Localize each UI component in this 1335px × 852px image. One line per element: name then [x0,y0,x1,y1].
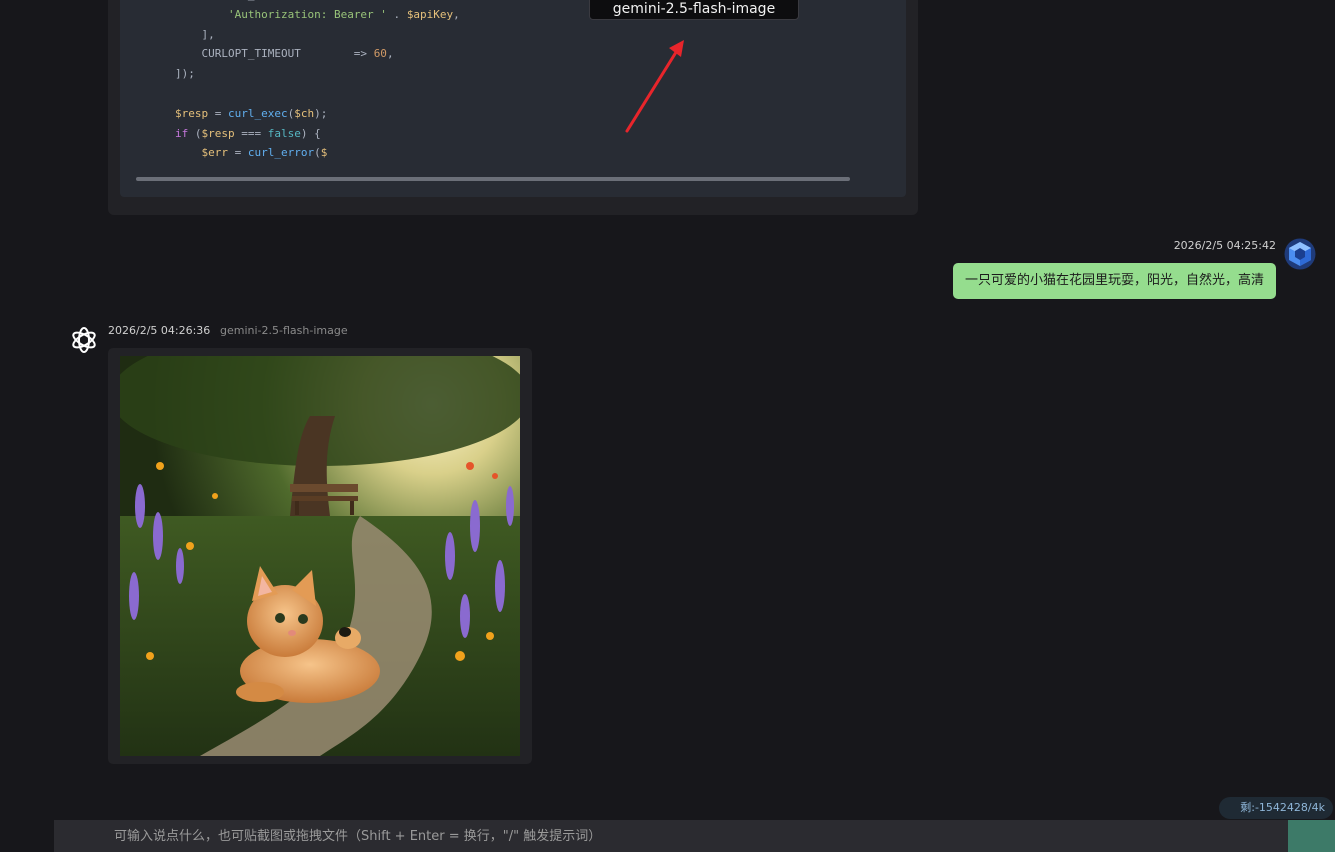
code-token: 60 [373,47,387,61]
code-token: ( [314,146,321,160]
code-token: = [208,106,228,120]
code-token: $resp [201,126,235,140]
cube-avatar-icon[interactable] [1284,238,1316,270]
code-token: curl_exec [228,106,288,120]
code-token: false [267,126,301,140]
code-token: , [386,47,394,61]
code-token: curl_error [247,146,315,160]
code-token: $resp [175,106,209,120]
code-line: ], [175,25,460,45]
generated-kitten-image[interactable] [120,356,520,756]
user-message-timestamp: 2026/2/5 04:25:42 [1173,239,1276,252]
code-token: === [234,126,268,140]
red-arrow-icon [625,40,684,133]
code-lines: CURLOPT_HTTPHEADER => [ 'Authorization: … [175,0,460,163]
code-line: if ($resp === false) { [175,124,460,144]
chat-input[interactable] [114,820,1274,852]
code-token: ( [188,126,202,140]
code-line: ]); [175,64,460,84]
code-token: ) { [300,126,321,140]
model-tooltip: gemini-2.5-flash-image [589,0,799,20]
bot-model-name: gemini-2.5-flash-image [220,324,348,337]
code-token: = [228,146,248,160]
code-token: . [386,7,407,21]
token-balance-badge: 剩:-1542428/4k [1219,797,1333,819]
code-token: 'Authorization: Bearer ' [227,7,387,21]
user-message-bubble: 一只可爱的小猫在花园里玩耍，阳光，自然光，高清 [952,263,1276,299]
openai-logo-icon[interactable] [69,325,99,355]
code-line: 'Authorization: Bearer ' . $apiKey, [175,5,460,25]
code-token: $ [320,146,328,160]
code-token: ); [314,106,328,120]
code-token: if [175,126,189,140]
bot-message-timestamp: 2026/2/5 04:26:36 [108,324,211,337]
generated-image-card [108,348,532,764]
code-token: $ch [294,106,315,120]
code-block: CURLOPT_HTTPHEADER => [ 'Authorization: … [120,0,906,197]
code-line: CURLOPT_TIMEOUT => 60, [175,44,460,64]
code-token: $apiKey [406,7,454,21]
code-token: ], [175,27,215,41]
code-token: CURLOPT_TIMEOUT => [175,47,374,61]
code-token: , [453,7,460,21]
code-token: CURLOPT_HTTPHEADER => [ [175,0,380,1]
code-line: $err = curl_error($ [175,143,460,163]
code-token: $err [201,146,229,160]
code-token: ]); [175,67,195,81]
send-button[interactable] [1288,820,1335,852]
horizontal-scrollbar[interactable] [136,177,850,181]
chat-input-bar [54,820,1288,852]
code-line: $resp = curl_exec($ch); [175,104,460,124]
code-message-card: CURLOPT_HTTPHEADER => [ 'Authorization: … [108,0,918,215]
